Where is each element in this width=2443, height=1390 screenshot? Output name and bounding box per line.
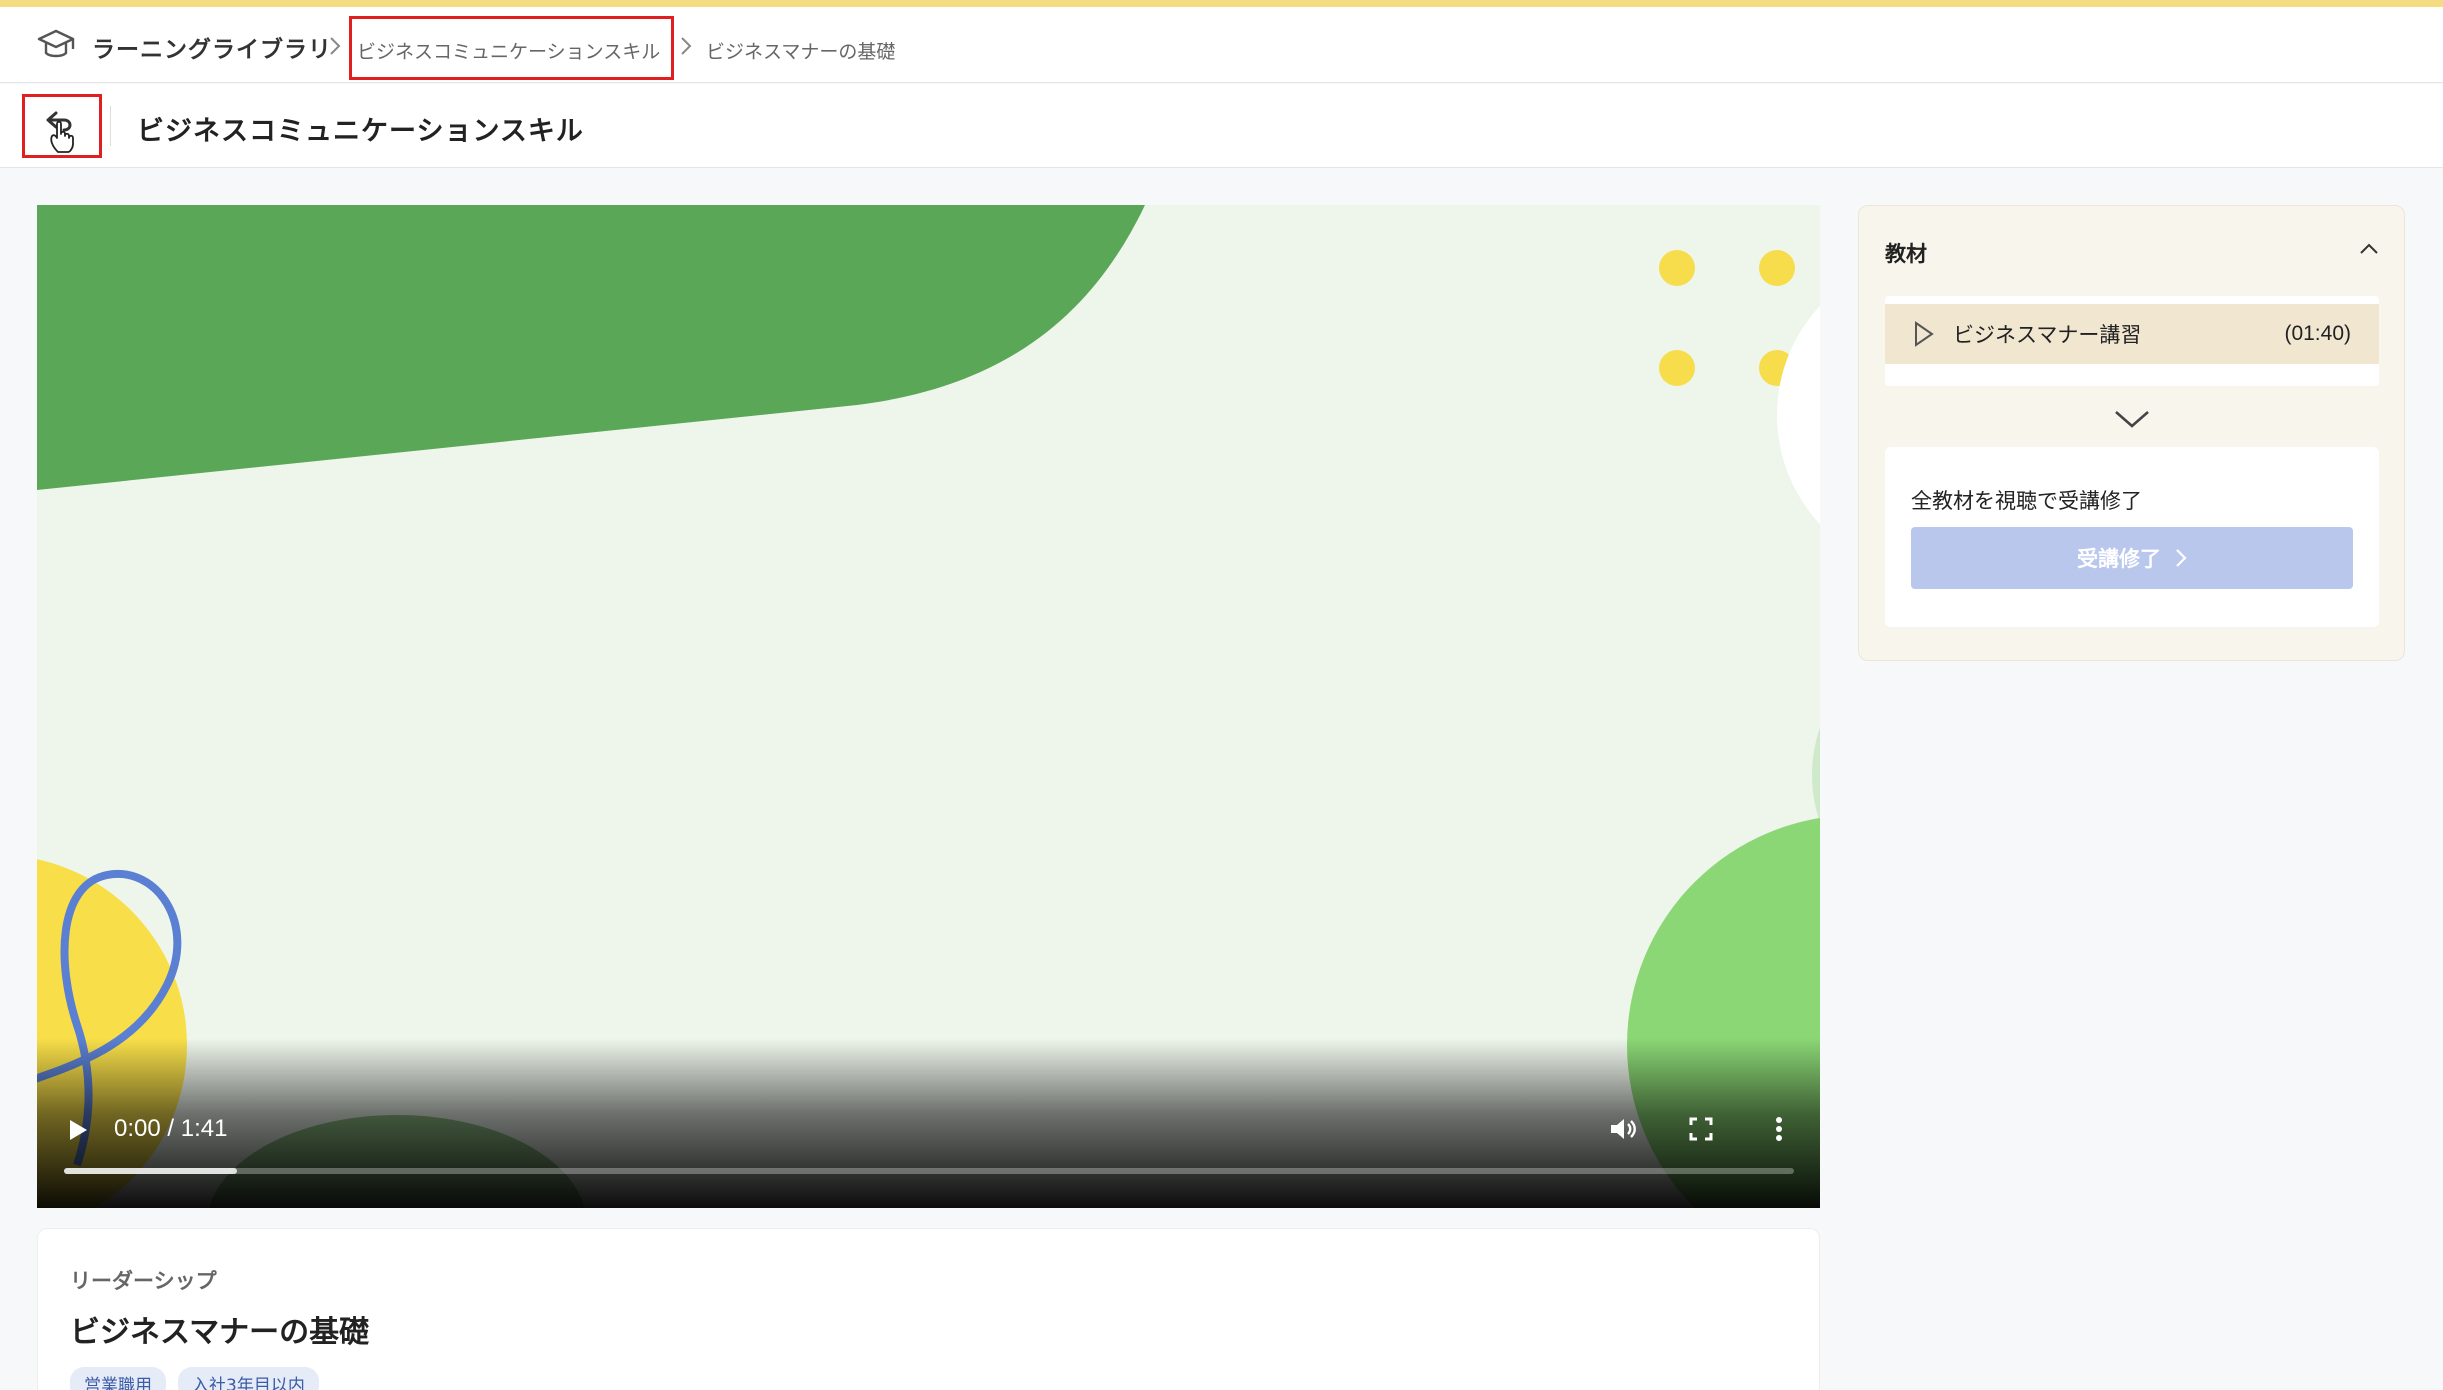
video-controls-overlay [37,1038,1820,1208]
chevron-right-icon [681,37,692,55]
materials-list: ビジネスマナー講習 (01:40) [1885,296,2379,386]
back-arrow-icon [46,111,74,153]
fullscreen-icon[interactable] [1685,1113,1717,1145]
volume-icon[interactable] [1607,1113,1639,1145]
chevron-up-icon[interactable] [2358,240,2380,256]
course-info-card: リーダーシップ ビジネスマナーの基礎 営業職用 入社3年目以内 [37,1228,1820,1390]
graduation-cap-icon [36,27,76,67]
video-progress-bar[interactable] [64,1168,1794,1174]
course-tags: 営業職用 入社3年目以内 [70,1367,319,1390]
breadcrumb: ラーニングライブラリ ビジネスコミュニケーションスキル ビジネスマナーの基礎 [0,7,2443,83]
material-item[interactable]: ビジネスマナー講習 (01:40) [1885,304,2379,364]
top-accent-bar [0,0,2443,7]
completion-box: 全教材を視聴で受講修了 受講修了 [1885,447,2379,627]
course-title: ビジネスマナーの基礎 [70,1315,370,1350]
title-bar: ビジネスコミュニケーションスキル [0,84,2443,168]
chevron-right-icon [2176,549,2187,567]
tag: 入社3年目以内 [178,1367,319,1390]
divider [110,106,111,146]
tag: 営業職用 [70,1367,166,1390]
more-vert-icon[interactable] [1763,1113,1795,1145]
play-icon[interactable] [67,1118,89,1142]
completion-text: 全教材を視聴で受講修了 [1911,489,2142,513]
highlight-box [349,16,674,80]
breadcrumb-home-label: ラーニングライブラリ [92,37,332,63]
video-player[interactable]: 0:00 / 1:41 [37,205,1820,1208]
course-category: リーダーシップ [70,1269,217,1293]
breadcrumb-current: ビジネスマナーの基礎 [706,41,896,63]
complete-course-button[interactable]: 受講修了 [1911,527,2353,589]
complete-button-label: 受講修了 [2077,547,2161,571]
chevron-right-icon [330,37,341,55]
material-name: ビジネスマナー講習 [1953,323,2142,347]
materials-heading: 教材 [1885,242,1927,266]
video-buffered [64,1168,237,1174]
breadcrumb-home[interactable]: ラーニングライブラリ [36,27,332,67]
play-icon [1915,321,1934,347]
chevron-down-icon[interactable] [2112,408,2152,430]
back-button[interactable] [22,94,102,158]
page-title: ビジネスコミュニケーションスキル [137,116,584,147]
material-duration: (01:40) [2284,322,2351,345]
video-time: 0:00 / 1:41 [114,1115,228,1142]
materials-panel: 教材 ビジネスマナー講習 (01:40) 全教材を視聴で受講修了 受講修了 [1858,205,2405,661]
